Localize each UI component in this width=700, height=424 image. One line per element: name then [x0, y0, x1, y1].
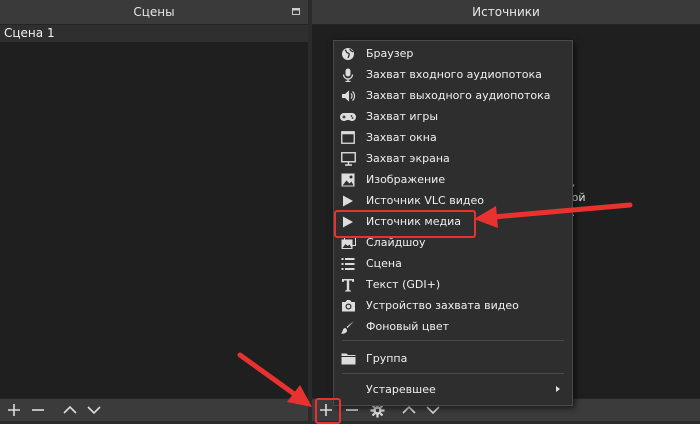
- sources-header: Источники: [312, 0, 700, 25]
- menu-item-video-capture-device[interactable]: Устройство захвата видео: [334, 295, 572, 316]
- text-icon: [340, 277, 356, 293]
- image-icon: [340, 172, 356, 188]
- monitor-icon: [340, 151, 356, 167]
- window-icon: [340, 130, 356, 146]
- play-icon: [340, 193, 356, 209]
- menu-separator: [342, 373, 564, 374]
- move-scene-down-button[interactable]: [85, 402, 103, 418]
- gamepad-icon: [340, 109, 356, 125]
- microphone-icon: [340, 67, 356, 83]
- sources-title: Источники: [472, 5, 540, 19]
- folder-icon: [340, 351, 356, 367]
- menu-item-window-capture[interactable]: Захват окна: [334, 127, 572, 148]
- submenu-arrow-icon: [556, 386, 560, 392]
- scenes-panel: Сцены Сцена 1: [0, 0, 308, 421]
- menu-item-display-capture[interactable]: Захват экрана: [334, 148, 572, 169]
- chevron-up-icon: [63, 405, 77, 414]
- scene-item[interactable]: Сцена 1: [0, 25, 308, 42]
- media-source-highlight: [334, 210, 476, 238]
- minus-icon: [32, 409, 44, 411]
- add-source-highlight: [315, 398, 341, 424]
- globe-icon: [340, 46, 356, 62]
- move-scene-up-button[interactable]: [61, 402, 79, 418]
- camera-icon: [340, 298, 356, 314]
- list-icon: [340, 256, 356, 272]
- menu-item-audio-output-capture[interactable]: Захват выходного аудиопотока: [334, 85, 572, 106]
- scenes-toolbar: [0, 398, 308, 421]
- add-scene-button[interactable]: [5, 402, 23, 418]
- scenes-title: Сцены: [133, 5, 175, 19]
- brush-icon: [340, 319, 356, 335]
- menu-item-scene[interactable]: Сцена: [334, 253, 572, 274]
- chevron-down-icon: [87, 406, 101, 415]
- menu-item-browser[interactable]: Браузер: [334, 43, 572, 64]
- menu-item-audio-input-capture[interactable]: Захват входного аудиопотока: [334, 64, 572, 85]
- menu-item-color-source[interactable]: Фоновый цвет: [334, 316, 572, 337]
- remove-scene-button[interactable]: [29, 402, 47, 418]
- menu-item-image[interactable]: Изображение: [334, 169, 572, 190]
- plus-icon: [8, 404, 20, 416]
- scenes-header: Сцены: [0, 0, 308, 25]
- float-dock-icon[interactable]: [292, 8, 300, 15]
- menu-item-group[interactable]: Группа: [334, 348, 572, 369]
- menu-item-text-gdi[interactable]: Текст (GDI+): [334, 274, 572, 295]
- menu-separator: [342, 340, 564, 341]
- menu-item-game-capture[interactable]: Захват игры: [334, 106, 572, 127]
- speaker-icon: [340, 88, 356, 104]
- menu-item-vlc-video-source[interactable]: Источник VLC видео: [334, 190, 572, 211]
- menu-item-deprecated[interactable]: Устаревшее: [334, 379, 572, 400]
